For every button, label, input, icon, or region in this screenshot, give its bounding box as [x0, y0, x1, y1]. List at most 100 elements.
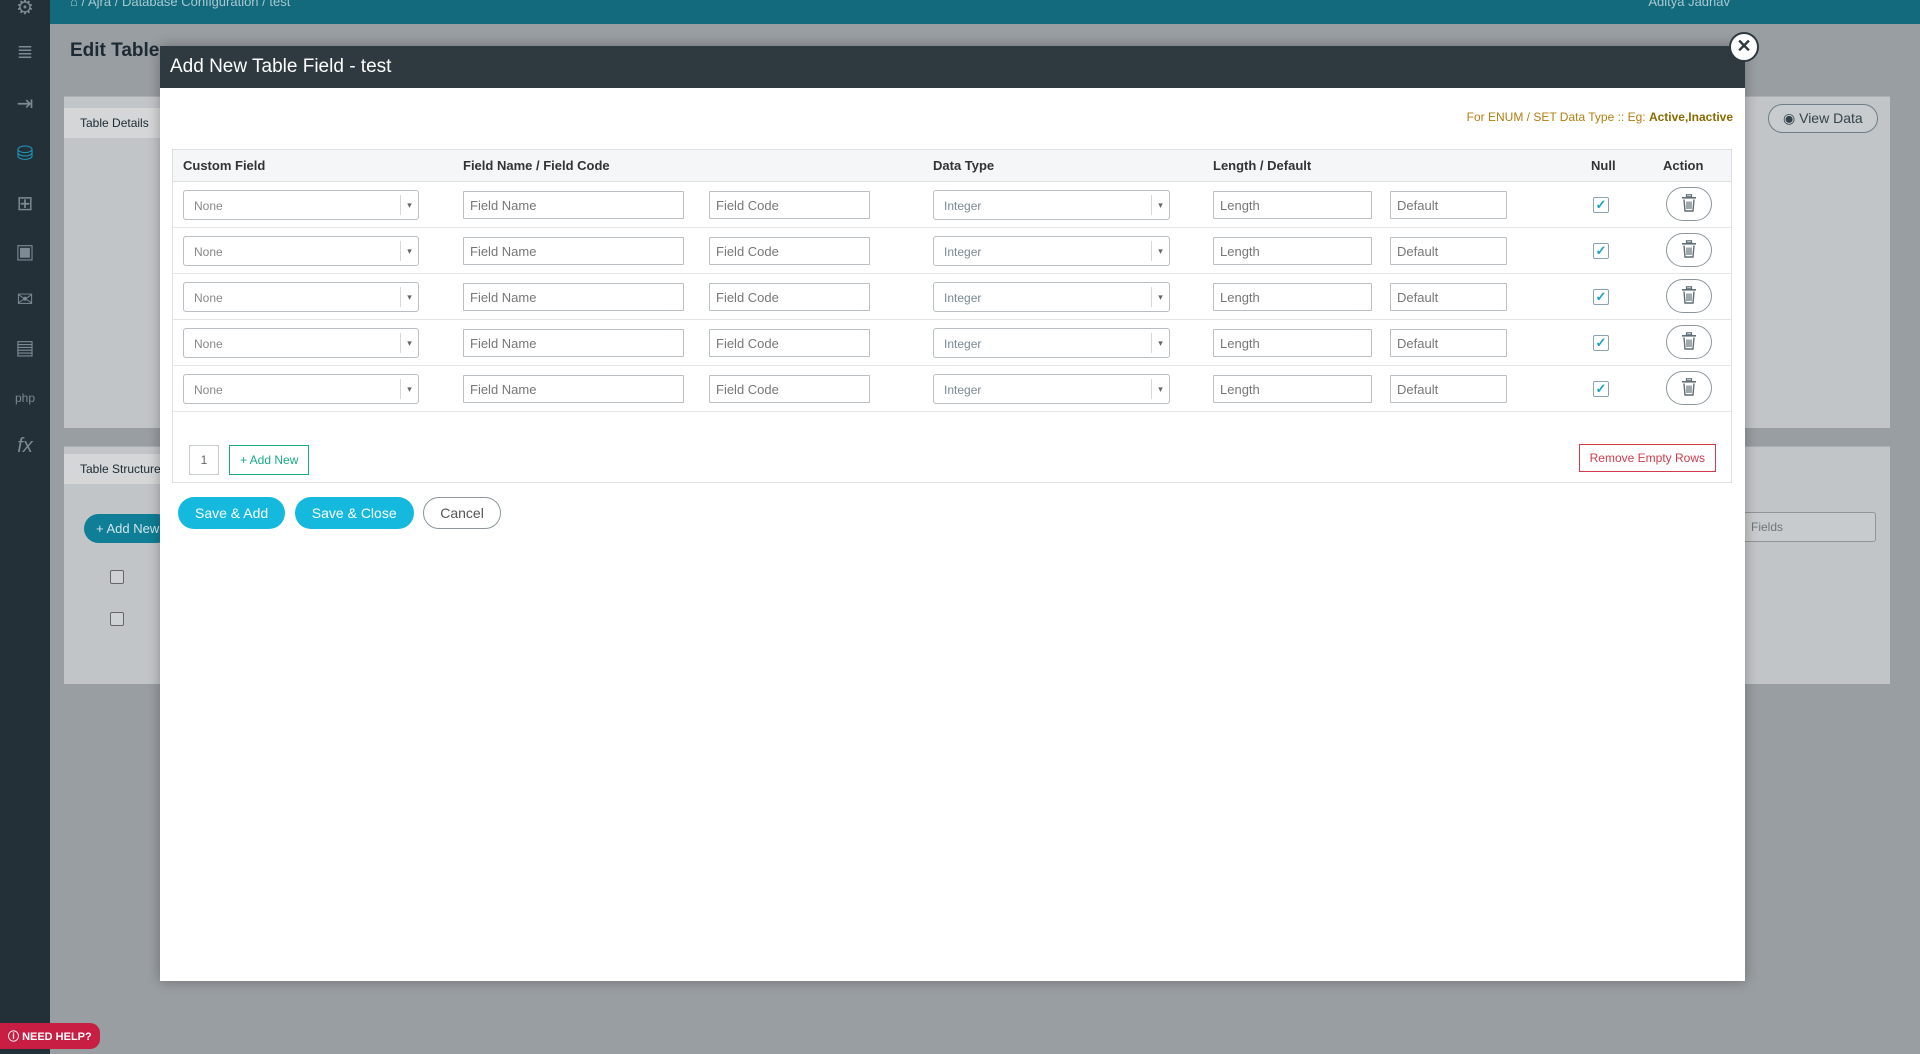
default-input[interactable]	[1390, 375, 1507, 403]
breadcrumb-item: test	[269, 0, 291, 9]
breadcrumb-item[interactable]: Database Configuration	[122, 0, 259, 9]
field-name-input[interactable]	[463, 191, 684, 219]
chevron-down-icon: ▾	[400, 287, 418, 307]
chevron-down-icon: ▾	[1151, 195, 1169, 215]
field-code-input[interactable]	[709, 191, 870, 219]
length-input[interactable]	[1213, 283, 1372, 311]
col-action: Action	[1663, 158, 1704, 173]
tab-table-details[interactable]: Table Details	[64, 108, 165, 138]
gear-icon[interactable]: ⚙	[11, 0, 39, 22]
default-input[interactable]	[1390, 191, 1507, 219]
custom-field-select[interactable]: None ▾	[183, 282, 419, 312]
breadcrumb-item[interactable]: Ajra	[88, 0, 111, 9]
fields-select[interactable]: Fields	[1740, 512, 1876, 542]
delete-row-button[interactable]	[1666, 187, 1712, 221]
delete-row-button[interactable]	[1666, 279, 1712, 313]
chevron-down-icon: ▾	[400, 195, 418, 215]
row-checkbox[interactable]	[110, 612, 124, 626]
data-type-select[interactable]: Integer ▾	[933, 282, 1170, 312]
field-name-input[interactable]	[463, 283, 684, 311]
chevron-down-icon: ▾	[400, 241, 418, 261]
php-icon[interactable]: php	[11, 384, 39, 412]
view-data-button[interactable]: ◉ View Data	[1768, 104, 1878, 133]
add-field-modal: Add New Table Field - test ✕ For ENUM / …	[160, 32, 1759, 981]
data-type-select[interactable]: Integer ▾	[933, 190, 1170, 220]
mail-icon[interactable]: ✉	[11, 286, 39, 314]
modal-title: Add New Table Field - test	[160, 46, 1745, 88]
home-icon[interactable]: ⌂	[70, 0, 78, 9]
custom-field-select[interactable]: None ▾	[183, 374, 419, 404]
custom-field-select[interactable]: None ▾	[183, 236, 419, 266]
custom-field-value: None	[194, 245, 223, 259]
save-close-button[interactable]: Save & Close	[294, 497, 414, 529]
field-name-input[interactable]	[463, 329, 684, 357]
field-code-input[interactable]	[709, 283, 870, 311]
field-code-input[interactable]	[709, 375, 870, 403]
close-icon[interactable]: ✕	[1729, 32, 1759, 62]
function-icon[interactable]: fx	[11, 432, 39, 460]
custom-field-select[interactable]: None ▾	[183, 190, 419, 220]
fields-grid: Custom Field Field Name / Field Code Dat…	[172, 149, 1732, 483]
field-row: None ▾ Integer ▾ ✓	[173, 228, 1731, 274]
settings-window-icon[interactable]: ▣	[11, 238, 39, 266]
default-input[interactable]	[1390, 237, 1507, 265]
data-type-value: Integer	[944, 245, 982, 259]
cancel-button[interactable]: Cancel	[423, 497, 501, 529]
null-checkbox[interactable]: ✓	[1593, 243, 1609, 259]
menu-icon[interactable]: ≣	[11, 38, 39, 66]
need-help-button[interactable]: ⓘ NEED HELP?	[0, 1023, 100, 1049]
background-add-new-button[interactable]: + Add New	[84, 514, 172, 543]
length-input[interactable]	[1213, 375, 1372, 403]
data-type-select[interactable]: Integer ▾	[933, 374, 1170, 404]
page-number[interactable]: 1	[189, 445, 219, 475]
col-field-name-code: Field Name / Field Code	[463, 158, 610, 173]
eye-icon: ◉	[1783, 110, 1796, 126]
grid-rows: None ▾ Integer ▾ ✓ None ▾	[173, 182, 1731, 412]
chevron-down-icon: ▾	[1151, 379, 1169, 399]
null-checkbox[interactable]: ✓	[1593, 335, 1609, 351]
length-input[interactable]	[1213, 191, 1372, 219]
save-add-button[interactable]: Save & Add	[178, 497, 286, 529]
database-icon[interactable]: ⛁	[11, 140, 39, 168]
delete-row-button[interactable]	[1666, 325, 1712, 359]
field-row: None ▾ Integer ▾ ✓	[173, 320, 1731, 366]
length-input[interactable]	[1213, 237, 1372, 265]
custom-field-select[interactable]: None ▾	[183, 328, 419, 358]
add-new-row-button[interactable]: + Add New	[229, 445, 310, 475]
delete-row-button[interactable]	[1666, 371, 1712, 405]
sidebar: ⚙ ≣ ⇥ ⛁ ⊞ ▣ ✉ ▤ php fx	[0, 0, 50, 1054]
null-checkbox[interactable]: ✓	[1593, 197, 1609, 213]
grid-footer: 1 + Add New Remove Empty Rows	[173, 429, 1731, 483]
select-all-checkbox[interactable]	[110, 570, 124, 584]
field-code-input[interactable]	[709, 329, 870, 357]
data-type-value: Integer	[944, 337, 982, 351]
custom-field-value: None	[194, 199, 223, 213]
chevron-down-icon: ▾	[400, 333, 418, 353]
data-type-value: Integer	[944, 291, 982, 305]
sitemap-icon[interactable]: ⊞	[11, 190, 39, 218]
remove-empty-rows-button[interactable]: Remove Empty Rows	[1578, 444, 1716, 472]
default-input[interactable]	[1390, 283, 1507, 311]
chevron-down-icon: ▾	[1151, 287, 1169, 307]
field-code-input[interactable]	[709, 237, 870, 265]
trash-icon	[1682, 378, 1696, 396]
col-custom-field: Custom Field	[183, 158, 266, 173]
delete-row-button[interactable]	[1666, 233, 1712, 267]
data-type-select[interactable]: Integer ▾	[933, 236, 1170, 266]
field-name-input[interactable]	[463, 237, 684, 265]
top-bar: ⌂ / Ajra / Database Configuration / test…	[50, 0, 1920, 24]
col-length-default: Length / Default	[1213, 158, 1312, 173]
user-name[interactable]: Aditya Jadhav	[1648, 0, 1730, 9]
col-null: Null	[1591, 158, 1616, 173]
field-row: None ▾ Integer ▾ ✓	[173, 274, 1731, 320]
server-icon[interactable]: ▤	[11, 334, 39, 362]
modal-footer: Save & Add Save & Close Cancel	[178, 497, 501, 529]
grid-header: Custom Field Field Name / Field Code Dat…	[173, 150, 1731, 182]
default-input[interactable]	[1390, 329, 1507, 357]
null-checkbox[interactable]: ✓	[1593, 289, 1609, 305]
null-checkbox[interactable]: ✓	[1593, 381, 1609, 397]
length-input[interactable]	[1213, 329, 1372, 357]
field-name-input[interactable]	[463, 375, 684, 403]
login-icon[interactable]: ⇥	[11, 90, 39, 118]
data-type-select[interactable]: Integer ▾	[933, 328, 1170, 358]
